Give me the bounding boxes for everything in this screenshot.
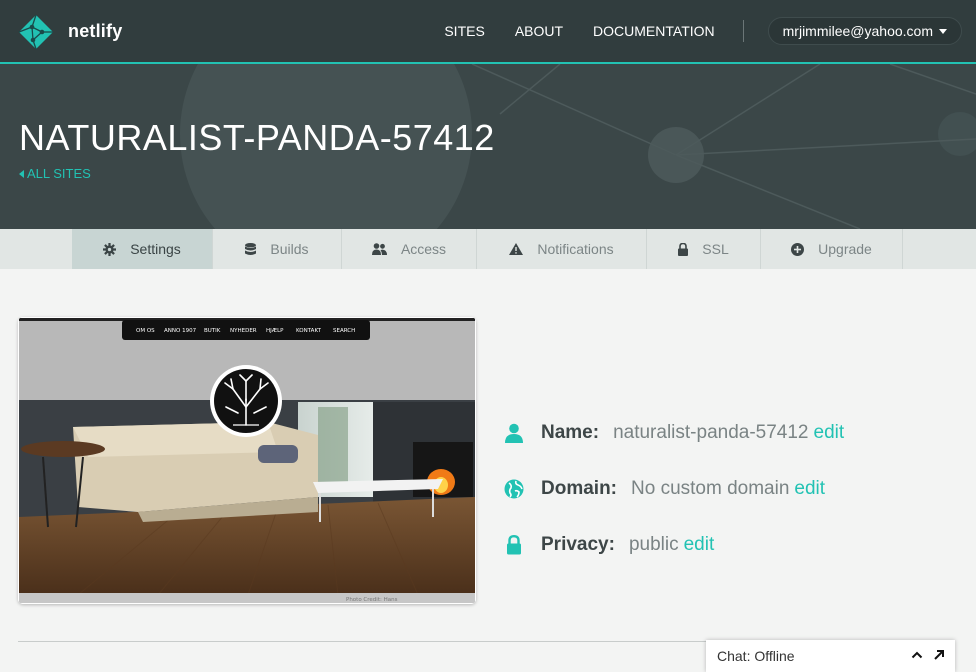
privacy-value: public [628, 534, 679, 555]
top-navbar: netlify SITES ABOUT DOCUMENTATION mrjimm… [0, 0, 976, 64]
chat-controls [911, 649, 945, 661]
tab-settings-label: Settings [130, 241, 181, 257]
preview-menu-item: NYHEDER [230, 328, 257, 334]
tab-builds[interactable]: Builds [213, 229, 342, 269]
edit-domain-link[interactable]: edit [794, 478, 825, 500]
preview-menu-item: OM OS [136, 328, 155, 334]
gear-icon [103, 242, 117, 256]
domain-value: No custom domain [631, 478, 790, 499]
tab-upgrade[interactable]: Upgrade [761, 229, 903, 269]
photo-credit: Photo Credit: Hans [346, 597, 398, 603]
expand-arrow-icon[interactable] [933, 649, 945, 661]
plus-circle-icon [791, 242, 805, 256]
nav-link-documentation[interactable]: DOCUMENTATION [593, 23, 715, 39]
tab-notifications[interactable]: Notifications [477, 229, 647, 269]
site-title: NATURALIST-PANDA-57412 [19, 117, 495, 158]
name-label: Name: [541, 422, 600, 443]
section-divider [18, 641, 718, 642]
tab-access-label: Access [400, 241, 447, 257]
user-icon [503, 422, 525, 444]
privacy-label: Privacy: [541, 534, 615, 555]
tab-bar: Settings Builds Access Notifications SSL [0, 229, 976, 269]
site-header: NATURALIST-PANDA-57412 ALL SITES [0, 64, 976, 229]
users-icon [371, 243, 387, 255]
chat-status: Chat: Offline [717, 648, 795, 664]
preview-menu-item: KONTAKT [296, 328, 322, 334]
tab-upgrade-label: Upgrade [818, 241, 872, 257]
tab-access[interactable]: Access [342, 229, 477, 269]
netlify-logo-icon[interactable] [18, 14, 54, 50]
caret-down-icon [939, 28, 947, 34]
database-icon [245, 242, 257, 256]
chevron-up-icon[interactable] [911, 649, 923, 661]
all-sites-link[interactable]: ALL SITES [19, 166, 91, 181]
site-screenshot-preview[interactable]: OM OS ANNO 1907 BUTIK NYHEDER HJÆLP KONT… [18, 317, 476, 604]
nav-divider [742, 20, 744, 42]
site-domain-row: Domain: No custom domain edit [503, 478, 825, 500]
domain-label: Domain: [541, 478, 617, 499]
caret-left-icon [19, 169, 24, 178]
preview-menu-item: SEARCH [333, 328, 355, 334]
tree-logo-icon [210, 365, 282, 437]
tab-builds-label: Builds [270, 241, 309, 257]
user-menu-button[interactable]: mrjimmilee@yahoo.com [767, 17, 962, 45]
preview-menu-item: HJÆLP [266, 328, 284, 334]
tab-ssl[interactable]: SSL [647, 229, 761, 269]
brand-name[interactable]: netlify [68, 21, 122, 42]
edit-privacy-link[interactable]: edit [684, 534, 715, 556]
warning-icon [509, 243, 524, 255]
tab-ssl-label: SSL [702, 241, 729, 257]
edit-name-link[interactable]: edit [814, 422, 845, 444]
nav-link-about[interactable]: ABOUT [515, 23, 563, 39]
site-name-value: naturalist-panda-57412 [613, 422, 809, 443]
lock-icon [678, 242, 689, 256]
site-privacy-row: Privacy: public edit [503, 534, 714, 556]
user-email: mrjimmilee@yahoo.com [782, 23, 933, 39]
lock-icon [503, 534, 525, 556]
chat-widget[interactable]: Chat: Offline [706, 640, 955, 672]
nav-links: SITES ABOUT DOCUMENTATION mrjimmilee@yah… [444, 0, 976, 62]
all-sites-label: ALL SITES [27, 166, 91, 181]
tabs: Settings Builds Access Notifications SSL [72, 229, 903, 269]
preview-menu-item: ANNO 1907 [164, 328, 197, 334]
preview-menu-item: BUTIK [204, 328, 221, 334]
tab-notifications-label: Notifications [537, 241, 614, 257]
nav-link-sites[interactable]: SITES [444, 23, 484, 39]
globe-icon [503, 478, 525, 500]
tab-settings[interactable]: Settings [72, 229, 213, 269]
site-name-row: Name: naturalist-panda-57412 edit [503, 422, 844, 444]
